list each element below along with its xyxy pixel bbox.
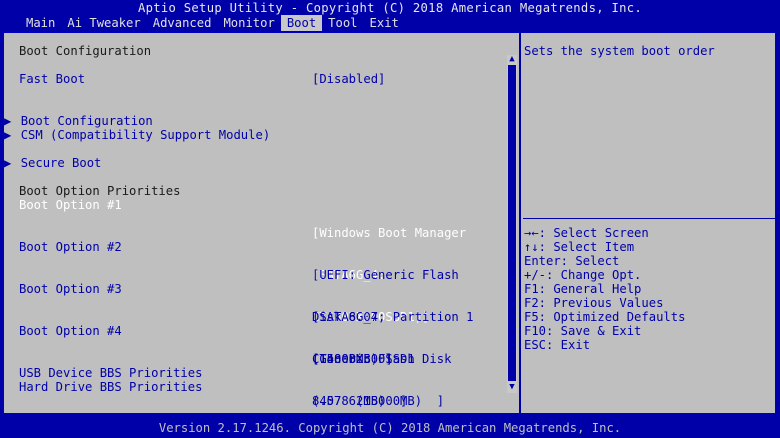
submenu-boot-configuration[interactable]: ▶ Boot Configuration: [4, 114, 153, 128]
boot-option-1-label[interactable]: Boot Option #1: [19, 198, 122, 212]
heading-boot-option-priorities: Boot Option Priorities: [19, 184, 181, 198]
submenu-arrow-icon: ▶: [4, 114, 12, 128]
heading-boot-configuration: Boot Configuration: [19, 44, 152, 58]
tab-tool[interactable]: Tool: [322, 15, 363, 31]
boot-option-4-label[interactable]: Boot Option #4: [19, 324, 122, 338]
boot-option-2-label[interactable]: Boot Option #2: [19, 240, 122, 254]
submenu-csm-label: CSM (Compatibility Support Module): [20, 128, 271, 142]
tab-monitor[interactable]: Monitor: [217, 15, 280, 31]
tab-boot[interactable]: Boot: [280, 15, 323, 31]
tab-ai-tweaker[interactable]: Ai Tweaker: [61, 15, 146, 31]
boot-option-4-line: [Generic Flash Disk: [312, 352, 452, 366]
submenu-secure-boot[interactable]: ▶ Secure Boot: [4, 156, 101, 170]
hard-drive-bbs-priorities[interactable]: Hard Drive BBS Priorities: [19, 380, 202, 394]
scroll-down-icon[interactable]: ▼: [507, 382, 517, 392]
scrollbar-thumb[interactable]: [508, 65, 516, 381]
tab-advanced[interactable]: Advanced: [147, 15, 218, 31]
boot-option-3-line: [SATA6G_4:: [312, 310, 386, 324]
key-hint: F10: Save & Exit: [524, 324, 642, 338]
boot-option-2-line: [UEFI: Generic Flash: [312, 268, 459, 282]
key-hint: F1: General Help: [524, 282, 642, 296]
submenu-csm[interactable]: ▶ CSM (Compatibility Support Module): [4, 128, 270, 142]
fast-boot-label[interactable]: Fast Boot: [19, 72, 85, 86]
key-hint: F5: Optimized Defaults: [524, 310, 686, 324]
panel-divider: [519, 33, 521, 413]
key-hint: F2: Previous Values: [524, 296, 664, 310]
version-footer: Version 2.17.1246. Copyright (C) 2018 Am…: [0, 418, 780, 438]
usb-device-bbs-priorities[interactable]: USB Device BBS Priorities: [19, 366, 202, 380]
help-divider: [523, 218, 775, 219]
boot-option-3-label[interactable]: Boot Option #3: [19, 282, 122, 296]
key-hint: →←: Select Screen: [524, 226, 649, 240]
submenu-boot-configuration-label: Boot Configuration: [20, 114, 153, 128]
scroll-up-icon[interactable]: ▲: [507, 54, 517, 64]
submenu-arrow-icon: ▶: [4, 128, 12, 142]
boot-option-4-line: 8.07 (15000MB) ]: [312, 394, 445, 408]
boot-option-1-line: [Windows Boot Manager: [312, 226, 467, 240]
fast-boot-value[interactable]: [Disabled]: [312, 72, 385, 86]
submenu-secure-boot-label: Secure Boot: [20, 156, 102, 170]
key-hint: ↑↓: Select Item: [524, 240, 635, 254]
main-panel: Boot Configuration Fast Boot [Disabled] …: [3, 32, 776, 414]
help-description: Sets the system boot order: [524, 44, 715, 58]
key-hint: +/-: Change Opt.: [524, 268, 642, 282]
tab-exit[interactable]: Exit: [364, 15, 405, 31]
key-hint: Enter: Select: [524, 254, 620, 268]
tab-bar: Main Ai Tweaker Advanced Monitor Boot To…: [20, 15, 405, 31]
submenu-arrow-icon: ▶: [4, 156, 12, 170]
tab-main[interactable]: Main: [20, 15, 61, 31]
key-hint: ESC: Exit: [524, 338, 591, 352]
header-bar: Aptio Setup Utility - Copyright (C) 2018…: [0, 0, 780, 32]
